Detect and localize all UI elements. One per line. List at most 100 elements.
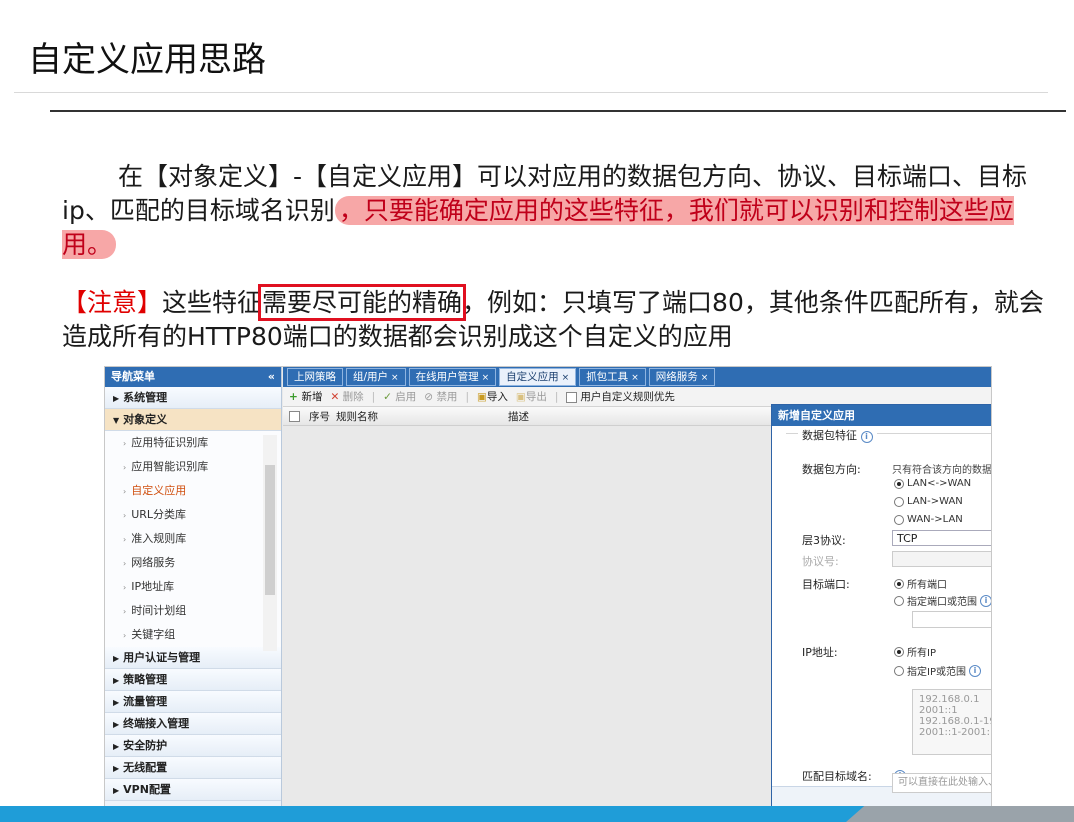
- delete-button[interactable]: ✕ 删除: [330, 389, 363, 404]
- close-icon[interactable]: ×: [391, 373, 399, 383]
- protocol-number-label: 协议号:: [802, 555, 839, 568]
- ip-range-textarea[interactable]: 192.168.0.1 2001::1 192.168.0.1-192.168.…: [912, 689, 991, 755]
- close-icon[interactable]: ×: [482, 373, 490, 383]
- domain-label: 匹配目标域名:: [802, 770, 872, 781]
- port-radio-range[interactable]: 指定端口或范围 i: [894, 593, 991, 608]
- col-description[interactable]: 描述: [378, 409, 529, 424]
- nav-section-vpn[interactable]: ▶ VPN配置: [105, 779, 281, 801]
- close-icon[interactable]: ×: [701, 373, 709, 383]
- title-divider: [14, 92, 1048, 93]
- close-icon[interactable]: ×: [631, 373, 639, 383]
- ip-radio-range[interactable]: 指定IP或范围 i: [894, 663, 981, 678]
- l3-protocol-label: 层3协议:: [802, 534, 846, 547]
- caret-right-icon: ▶: [113, 720, 120, 729]
- tab-custom-app[interactable]: 自定义应用 ×: [499, 368, 577, 386]
- chevron-right-icon: ›: [123, 463, 127, 472]
- nav-item-url-category[interactable]: › URL分类库: [105, 503, 281, 527]
- slide-title: 自定义应用思路: [28, 40, 266, 80]
- export-button[interactable]: ▣导出: [516, 389, 547, 404]
- close-icon[interactable]: ×: [562, 373, 570, 383]
- nav-scrollbar-thumb[interactable]: [265, 465, 275, 595]
- collapse-icon[interactable]: «: [268, 367, 275, 387]
- export-icon: ▣: [515, 391, 526, 403]
- ip-address-label: IP地址:: [802, 646, 838, 659]
- dialog-body: 数据包特征 i 数据包方向: 只有符合该方向的数据包才会进行特征识别。 LAN<…: [772, 426, 992, 781]
- import-icon: ▣: [476, 391, 487, 403]
- enable-button[interactable]: ✓ 启用: [383, 389, 416, 404]
- ban-icon: ⊘: [424, 391, 437, 403]
- caret-right-icon: ▶: [113, 676, 120, 685]
- embedded-screenshot: 导航菜单 « ▶ 系统管理 ▼ 对象定义 › 应用特征识别库 › 应用智能识别库 › 自定…: [104, 366, 992, 808]
- chevron-right-icon: ›: [123, 535, 127, 544]
- nav-section-policy[interactable]: ▶ 策略管理: [105, 669, 281, 691]
- chevron-right-icon: ›: [123, 487, 127, 496]
- tab-online-users[interactable]: 在线用户管理 ×: [408, 368, 497, 386]
- note-text-a: 这些特征: [162, 288, 263, 317]
- info-icon[interactable]: i: [860, 431, 873, 443]
- note-boxed-text: 需要尽可能的精确: [258, 284, 467, 321]
- select-all-checkbox[interactable]: [283, 410, 303, 422]
- target-port-label: 目标端口:: [802, 578, 850, 591]
- direction-radio-both[interactable]: LAN<->WAN: [894, 478, 971, 489]
- nav-item-schedule[interactable]: › 时间计划组: [105, 599, 281, 623]
- chevron-right-icon: ›: [123, 607, 127, 616]
- nav-section-auth[interactable]: ▶ 用户认证与管理: [105, 647, 281, 669]
- caret-right-icon: ▶: [113, 698, 120, 707]
- info-icon[interactable]: i: [980, 594, 991, 607]
- direction-radio-wan-lan[interactable]: WAN->LAN: [894, 514, 963, 525]
- chevron-right-icon: ›: [123, 511, 127, 520]
- nav-section-security[interactable]: ▶ 安全防护: [105, 735, 281, 757]
- caret-right-icon: ▶: [113, 394, 120, 403]
- l3-protocol-select[interactable]: TCP▼: [892, 530, 991, 546]
- import-button[interactable]: ▣导入: [477, 389, 508, 404]
- chevron-right-icon: ›: [123, 439, 127, 448]
- packet-features-legend: 数据包特征 i: [798, 427, 877, 443]
- col-rule-name[interactable]: 规则名称: [330, 409, 378, 424]
- nav-section-terminal[interactable]: ▶ 终端接入管理: [105, 713, 281, 735]
- nav-item-access-rules[interactable]: › 准入规则库: [105, 527, 281, 551]
- domain-input[interactable]: 可以直接在此处输入、编辑、删除: [892, 773, 991, 793]
- caret-right-icon: ▶: [113, 786, 120, 795]
- nav-item-network-service[interactable]: › 网络服务: [105, 551, 281, 575]
- x-icon: ✕: [330, 391, 343, 403]
- disable-button[interactable]: ⊘ 禁用: [424, 389, 457, 404]
- protocol-number-input[interactable]: [892, 551, 991, 567]
- dialog-title: 新增自定义应用: [778, 409, 855, 422]
- port-range-input[interactable]: [912, 611, 991, 628]
- nav-item-ip-library[interactable]: › IP地址库: [105, 575, 281, 599]
- caret-down-icon: ▼: [113, 416, 120, 425]
- check-icon: ✓: [383, 391, 396, 403]
- tab-capture-tool[interactable]: 抓包工具 ×: [579, 368, 646, 386]
- dialog-header: 新增自定义应用 ×: [772, 405, 991, 426]
- nav-item-app-smart[interactable]: › 应用智能识别库: [105, 455, 281, 479]
- caret-right-icon: ▶: [113, 742, 120, 751]
- nav-menu: 导航菜单 « ▶ 系统管理 ▼ 对象定义 › 应用特征识别库 › 应用智能识别库 › 自定…: [105, 367, 282, 807]
- nav-section-system[interactable]: ▶ 系统管理: [105, 387, 281, 409]
- direction-hint: 只有符合该方向的数据包才会进行特征识别。: [892, 465, 992, 476]
- tab-group-user[interactable]: 组/用户 ×: [346, 368, 406, 386]
- caret-right-icon: ▶: [113, 764, 120, 773]
- nav-item-custom-app[interactable]: › 自定义应用: [105, 479, 281, 503]
- port-radio-all[interactable]: 所有端口: [894, 576, 947, 591]
- ip-radio-all[interactable]: 所有IP: [894, 644, 936, 659]
- priority-checkbox[interactable]: 用户自定义规则优先: [566, 389, 675, 404]
- tab-bar: 上网策略 组/用户 × 在线用户管理 × 自定义应用 × 抓包工具 × 网络服务 ×: [283, 367, 991, 387]
- col-index[interactable]: 序号: [303, 409, 330, 424]
- note-label: 【注意】: [62, 288, 163, 317]
- title-underline: [50, 110, 1066, 112]
- direction-radio-lan-wan[interactable]: LAN->WAN: [894, 496, 963, 507]
- nav-header: 导航菜单 «: [105, 367, 281, 387]
- paragraph-intro: 在【对象定义】-【自定义应用】可以对应用的数据包方向、协议、目标端口、目标ip、…: [62, 160, 1052, 262]
- nav-section-wireless[interactable]: ▶ 无线配置: [105, 757, 281, 779]
- nav-section-traffic[interactable]: ▶ 流量管理: [105, 691, 281, 713]
- main-panel: 上网策略 组/用户 × 在线用户管理 × 自定义应用 × 抓包工具 × 网络服务 × + …: [283, 367, 991, 807]
- direction-label: 数据包方向:: [802, 463, 861, 476]
- nav-section-objects[interactable]: ▼ 对象定义: [105, 409, 281, 431]
- add-button[interactable]: + 新增: [289, 389, 322, 404]
- info-icon[interactable]: i: [968, 664, 981, 677]
- nav-item-app-signature[interactable]: › 应用特征识别库: [105, 431, 281, 455]
- tab-network-service[interactable]: 网络服务 ×: [648, 368, 716, 386]
- tab-internet-policy[interactable]: 上网策略: [287, 368, 343, 386]
- nav-item-keywords[interactable]: › 关键字组: [105, 623, 281, 647]
- chevron-right-icon: ›: [123, 559, 127, 568]
